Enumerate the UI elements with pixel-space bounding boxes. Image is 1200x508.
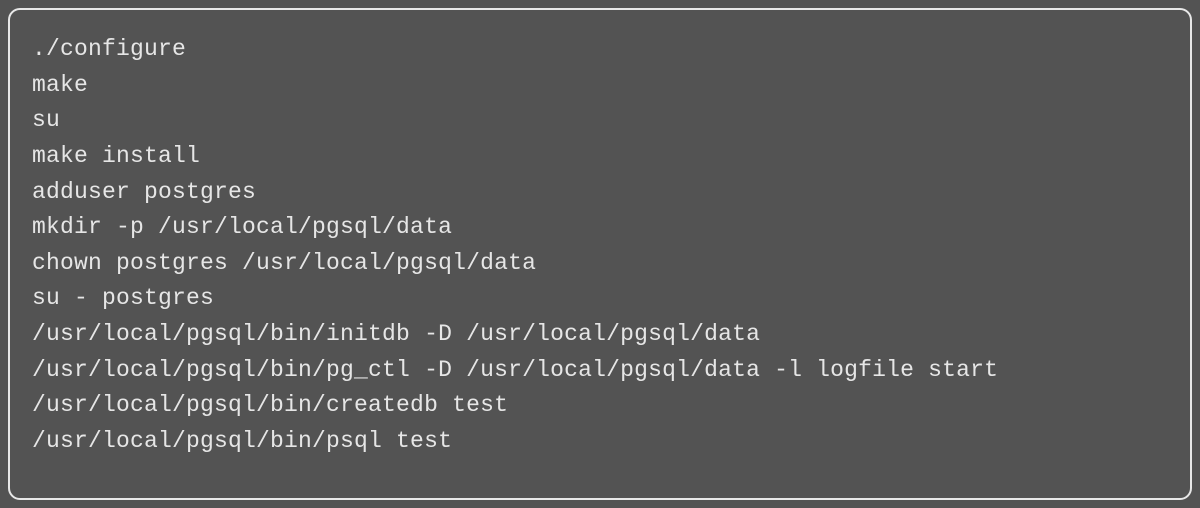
- code-line: /usr/local/pgsql/bin/initdb -D /usr/loca…: [32, 317, 1168, 353]
- code-line: su - postgres: [32, 281, 1168, 317]
- code-line: chown postgres /usr/local/pgsql/data: [32, 246, 1168, 282]
- code-block: ./configure make su make install adduser…: [8, 8, 1192, 500]
- code-line: /usr/local/pgsql/bin/createdb test: [32, 388, 1168, 424]
- code-line: make: [32, 68, 1168, 104]
- code-line: adduser postgres: [32, 175, 1168, 211]
- code-line: su: [32, 103, 1168, 139]
- code-line: make install: [32, 139, 1168, 175]
- code-line: /usr/local/pgsql/bin/psql test: [32, 424, 1168, 460]
- code-line: /usr/local/pgsql/bin/pg_ctl -D /usr/loca…: [32, 353, 1168, 389]
- code-line: mkdir -p /usr/local/pgsql/data: [32, 210, 1168, 246]
- code-line: ./configure: [32, 32, 1168, 68]
